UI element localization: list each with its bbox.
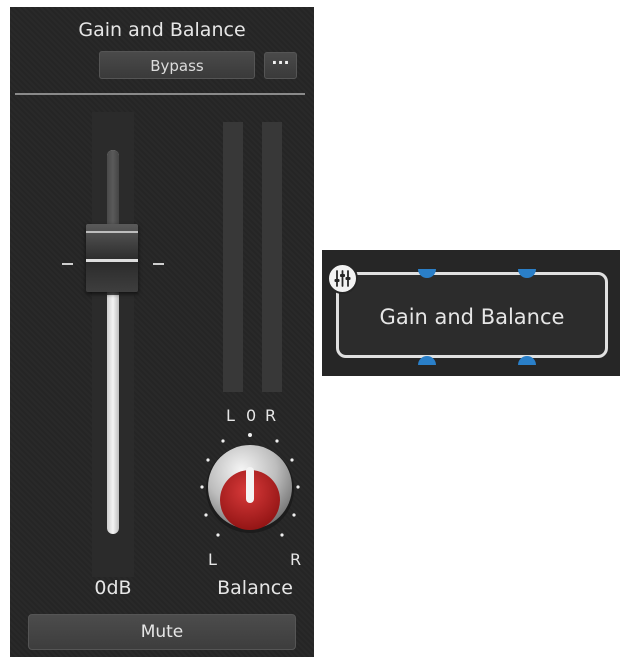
gain-value-label: 0dB (94, 577, 132, 599)
mute-button[interactable]: Mute (28, 614, 296, 650)
fader-handle-center-line (86, 259, 138, 262)
balance-bottom-right-label: R (290, 550, 302, 569)
divider (15, 93, 305, 95)
sliders-icon (327, 263, 358, 294)
balance-center-label: 0 (246, 406, 257, 425)
level-meter-right (262, 122, 282, 392)
balance-knob-graphic (200, 433, 300, 537)
fader-zero-tick-left (62, 263, 73, 265)
level-meter-left (223, 122, 243, 392)
panel-title: Gain and Balance (78, 19, 246, 41)
more-options-button[interactable]: ··· (264, 52, 297, 79)
node-title: Gain and Balance (379, 305, 565, 329)
balance-top-left-label: L (226, 406, 235, 425)
gain-fader-handle[interactable] (86, 224, 138, 292)
balance-knob[interactable] (190, 427, 310, 547)
fader-handle-line (86, 231, 138, 233)
gain-balance-panel: Gain and Balance Bypass ··· 0dB L 0 R L … (10, 7, 314, 657)
balance-bottom-left-label: L (208, 550, 217, 569)
node-canvas: Gain and Balance (322, 250, 620, 376)
balance-label: Balance (217, 577, 293, 599)
gain-balance-node[interactable]: Gain and Balance (336, 272, 608, 358)
balance-top-right-label: R (265, 406, 277, 425)
bypass-button[interactable]: Bypass (99, 51, 255, 79)
fader-zero-tick-right (153, 263, 164, 265)
